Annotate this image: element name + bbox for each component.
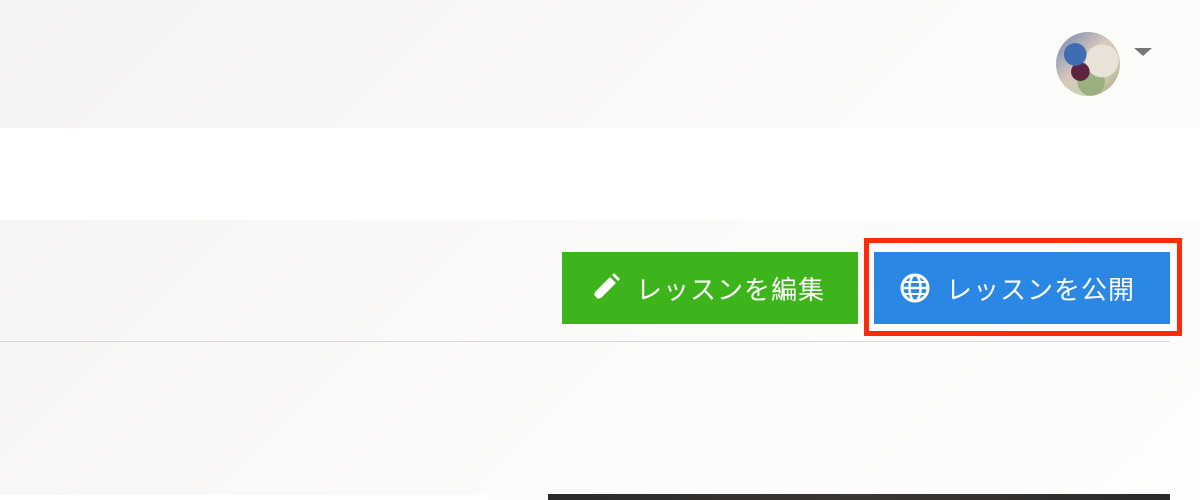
publish-lesson-label: レッスンを公開: [946, 275, 1136, 306]
edit-lesson-label: レッスンを編集: [636, 275, 826, 306]
publish-lesson-button[interactable]: レッスンを公開: [874, 252, 1170, 324]
content-band: [0, 128, 1200, 220]
top-bar: [0, 0, 1200, 128]
media-preview-edge: [548, 494, 1170, 500]
content-card-edge: [0, 495, 488, 500]
user-avatar[interactable]: [1056, 32, 1120, 96]
lesson-actions: レッスンを編集 レッスンを公開: [0, 220, 1200, 342]
globe-icon: [898, 271, 932, 305]
pencil-icon: [588, 271, 622, 305]
section-divider: [0, 341, 1170, 342]
caret-down-icon[interactable]: [1134, 48, 1152, 56]
edit-lesson-button[interactable]: レッスンを編集: [562, 252, 858, 324]
